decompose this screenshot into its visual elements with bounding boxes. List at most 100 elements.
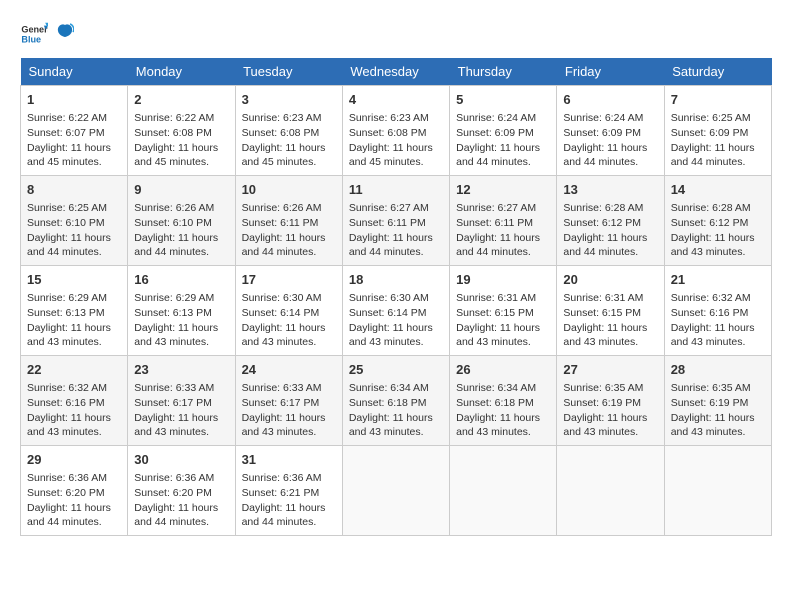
- sunrise-text: Sunrise: 6:36 AM: [27, 472, 107, 484]
- header-tuesday: Tuesday: [235, 58, 342, 86]
- calendar-cell: 27Sunrise: 6:35 AMSunset: 6:19 PMDayligh…: [557, 356, 664, 446]
- calendar-table: SundayMondayTuesdayWednesdayThursdayFrid…: [20, 58, 772, 536]
- calendar-cell: 4Sunrise: 6:23 AMSunset: 6:08 PMDaylight…: [342, 86, 449, 176]
- day-number: 25: [349, 361, 443, 379]
- daylight-text: Daylight: 11 hours and 43 minutes.: [134, 322, 218, 349]
- sunset-text: Sunset: 6:09 PM: [563, 127, 641, 139]
- calendar-cell: 26Sunrise: 6:34 AMSunset: 6:18 PMDayligh…: [450, 356, 557, 446]
- daylight-text: Daylight: 11 hours and 43 minutes.: [27, 412, 111, 439]
- sunrise-text: Sunrise: 6:27 AM: [349, 202, 429, 214]
- calendar-cell: 20Sunrise: 6:31 AMSunset: 6:15 PMDayligh…: [557, 266, 664, 356]
- day-number: 6: [563, 91, 657, 109]
- day-number: 8: [27, 181, 121, 199]
- calendar-week-5: 29 Sunrise: 6:36 AM Sunset: 6:20 PM Dayligh…: [21, 446, 772, 536]
- sunrise-text: Sunrise: 6:32 AM: [27, 382, 107, 394]
- daylight-text: Daylight: 11 hours and 44 minutes.: [456, 142, 540, 169]
- calendar-cell: 9Sunrise: 6:26 AMSunset: 6:10 PMDaylight…: [128, 176, 235, 266]
- calendar-cell: 8Sunrise: 6:25 AMSunset: 6:10 PMDaylight…: [21, 176, 128, 266]
- daylight-text: Daylight: 11 hours and 44 minutes.: [27, 232, 111, 259]
- sunset-text: Sunset: 6:19 PM: [671, 397, 749, 409]
- day-number: 11: [349, 181, 443, 199]
- sunrise-text: Sunrise: 6:32 AM: [671, 292, 751, 304]
- sunrise-text: Sunrise: 6:26 AM: [134, 202, 214, 214]
- daylight-text: Daylight: 11 hours and 43 minutes.: [349, 322, 433, 349]
- sunset-text: Sunset: 6:11 PM: [349, 217, 426, 229]
- sunset-text: Sunset: 6:08 PM: [349, 127, 427, 139]
- calendar-cell: 15Sunrise: 6:29 AMSunset: 6:13 PMDayligh…: [21, 266, 128, 356]
- sunrise-text: Sunrise: 6:36 AM: [134, 472, 214, 484]
- calendar-cell: 17Sunrise: 6:30 AMSunset: 6:14 PMDayligh…: [235, 266, 342, 356]
- daylight-text: Daylight: 11 hours and 43 minutes.: [563, 412, 647, 439]
- svg-text:General: General: [21, 25, 48, 35]
- sunrise-text: Sunrise: 6:34 AM: [349, 382, 429, 394]
- calendar-cell: [664, 446, 771, 536]
- calendar-cell: 16Sunrise: 6:29 AMSunset: 6:13 PMDayligh…: [128, 266, 235, 356]
- sunrise-text: Sunrise: 6:34 AM: [456, 382, 536, 394]
- calendar-cell: 5Sunrise: 6:24 AMSunset: 6:09 PMDaylight…: [450, 86, 557, 176]
- daylight-text: Daylight: 11 hours and 45 minutes.: [242, 142, 326, 169]
- day-number: 26: [456, 361, 550, 379]
- calendar-cell: 23Sunrise: 6:33 AMSunset: 6:17 PMDayligh…: [128, 356, 235, 446]
- sunrise-text: Sunrise: 6:24 AM: [563, 112, 643, 124]
- day-number: 12: [456, 181, 550, 199]
- calendar-cell: 2Sunrise: 6:22 AMSunset: 6:08 PMDaylight…: [128, 86, 235, 176]
- sunrise-text: Sunrise: 6:31 AM: [563, 292, 643, 304]
- sunset-text: Sunset: 6:11 PM: [456, 217, 533, 229]
- header-friday: Friday: [557, 58, 664, 86]
- sunset-text: Sunset: 6:11 PM: [242, 217, 319, 229]
- daylight-text: Daylight: 11 hours and 44 minutes.: [242, 232, 326, 259]
- calendar-week-1: 1Sunrise: 6:22 AMSunset: 6:07 PMDaylight…: [21, 86, 772, 176]
- calendar-cell: 21Sunrise: 6:32 AMSunset: 6:16 PMDayligh…: [664, 266, 771, 356]
- calendar-cell: 25Sunrise: 6:34 AMSunset: 6:18 PMDayligh…: [342, 356, 449, 446]
- sunset-text: Sunset: 6:12 PM: [563, 217, 641, 229]
- daylight-text: Daylight: 11 hours and 45 minutes.: [27, 142, 111, 169]
- calendar-cell: 13Sunrise: 6:28 AMSunset: 6:12 PMDayligh…: [557, 176, 664, 266]
- calendar-cell: [557, 446, 664, 536]
- sunrise-text: Sunrise: 6:28 AM: [563, 202, 643, 214]
- day-number: 20: [563, 271, 657, 289]
- sunrise-text: Sunrise: 6:24 AM: [456, 112, 536, 124]
- daylight-text: Daylight: 11 hours and 43 minutes.: [242, 412, 326, 439]
- sunrise-text: Sunrise: 6:28 AM: [671, 202, 751, 214]
- day-number: 10: [242, 181, 336, 199]
- sunset-text: Sunset: 6:20 PM: [134, 487, 212, 499]
- calendar-cell: 14Sunrise: 6:28 AMSunset: 6:12 PMDayligh…: [664, 176, 771, 266]
- sunset-text: Sunset: 6:13 PM: [27, 307, 105, 319]
- day-number: 18: [349, 271, 443, 289]
- day-number: 9: [134, 181, 228, 199]
- day-number: 24: [242, 361, 336, 379]
- day-number: 14: [671, 181, 765, 199]
- day-number: 15: [27, 271, 121, 289]
- sunset-text: Sunset: 6:16 PM: [27, 397, 105, 409]
- calendar-cell: 12Sunrise: 6:27 AMSunset: 6:11 PMDayligh…: [450, 176, 557, 266]
- daylight-text: Daylight: 11 hours and 43 minutes.: [242, 322, 326, 349]
- day-number: 31: [242, 451, 336, 469]
- day-number: 29: [27, 451, 121, 469]
- calendar-cell: [450, 446, 557, 536]
- day-number: 4: [349, 91, 443, 109]
- sunrise-text: Sunrise: 6:25 AM: [671, 112, 751, 124]
- page-header: General Blue: [20, 20, 772, 48]
- calendar-cell: 30Sunrise: 6:36 AMSunset: 6:20 PMDayligh…: [128, 446, 235, 536]
- sunrise-text: Sunrise: 6:35 AM: [563, 382, 643, 394]
- day-number: 19: [456, 271, 550, 289]
- calendar-cell: 10Sunrise: 6:26 AMSunset: 6:11 PMDayligh…: [235, 176, 342, 266]
- day-number: 13: [563, 181, 657, 199]
- calendar-cell: 22Sunrise: 6:32 AMSunset: 6:16 PMDayligh…: [21, 356, 128, 446]
- calendar-cell: 31Sunrise: 6:36 AMSunset: 6:21 PMDayligh…: [235, 446, 342, 536]
- sunset-text: Sunset: 6:17 PM: [134, 397, 212, 409]
- day-number: 27: [563, 361, 657, 379]
- sunrise-text: Sunrise: 6:23 AM: [349, 112, 429, 124]
- sunrise-text: Sunrise: 6:29 AM: [134, 292, 214, 304]
- sunset-text: Sunset: 6:16 PM: [671, 307, 749, 319]
- calendar-cell: 18Sunrise: 6:30 AMSunset: 6:14 PMDayligh…: [342, 266, 449, 356]
- day-number: 3: [242, 91, 336, 109]
- sunset-text: Sunset: 6:15 PM: [456, 307, 534, 319]
- sunset-text: Sunset: 6:09 PM: [456, 127, 534, 139]
- header-monday: Monday: [128, 58, 235, 86]
- daylight-text: Daylight: 11 hours and 44 minutes.: [242, 502, 326, 529]
- sunset-text: Sunset: 6:15 PM: [563, 307, 641, 319]
- calendar-week-3: 15 Sunrise: 6:29 AM Sunset: 6:13 PM Dayligh…: [21, 266, 772, 356]
- day-number: 1: [27, 91, 121, 109]
- day-number: 28: [671, 361, 765, 379]
